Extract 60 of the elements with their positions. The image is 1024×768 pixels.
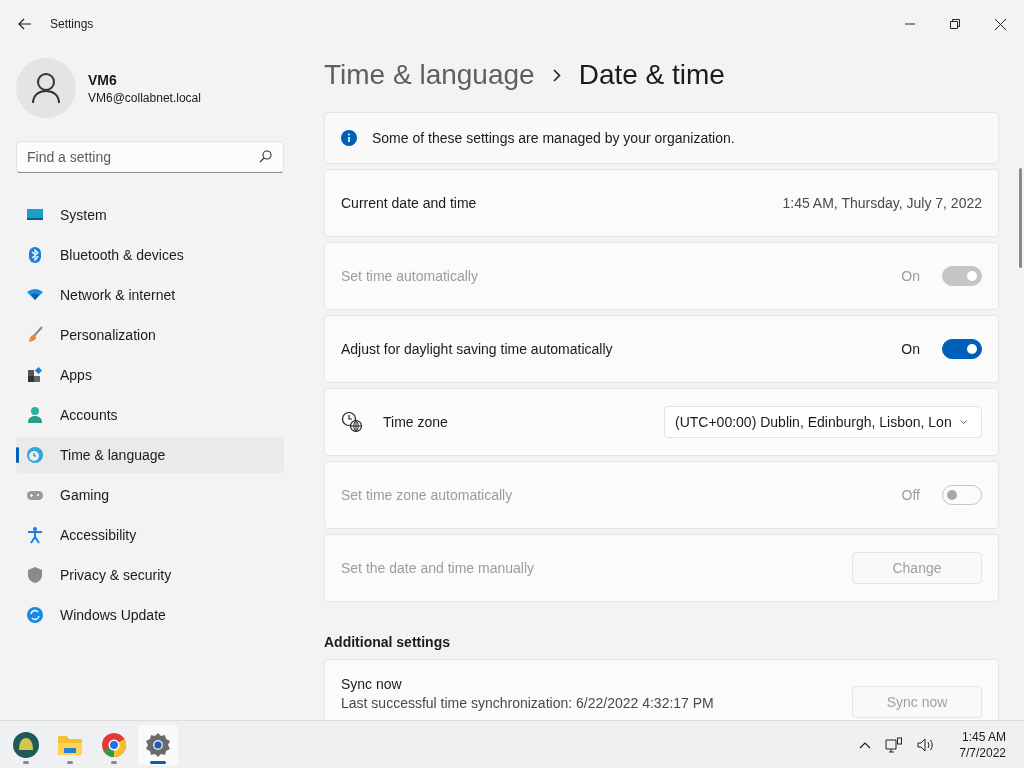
- window-title: Settings: [50, 17, 94, 31]
- setting-label: Set the date and time manually: [341, 560, 534, 576]
- nav-item[interactable]: Accessibility: [16, 517, 284, 553]
- chevron-up-icon[interactable]: [859, 741, 872, 749]
- clock-time: 1:45 AM: [961, 730, 1006, 744]
- setting-label: Current date and time: [341, 195, 477, 211]
- gear-icon: [144, 731, 172, 759]
- maximize-icon[interactable]: [950, 19, 960, 29]
- update-icon: [26, 606, 44, 624]
- brush-icon: [26, 326, 44, 344]
- close-icon[interactable]: [995, 18, 1006, 30]
- clock[interactable]: 1:45 AM 7/7/2022: [959, 730, 1006, 760]
- toggle-state: On: [901, 268, 920, 284]
- setting-label: Sync now: [341, 676, 403, 692]
- apps-icon: [26, 366, 44, 384]
- nav-item[interactable]: Privacy & security: [16, 557, 284, 593]
- nav-item[interactable]: Gaming: [16, 477, 284, 513]
- toggle-switch[interactable]: [942, 339, 982, 359]
- nav-item[interactable]: Apps: [16, 357, 284, 393]
- info-icon: [341, 130, 357, 146]
- nav-item[interactable]: Bluetooth & devices: [16, 237, 284, 273]
- setting-description: Last successful time synchronization: 6/22/2022 4:32:17 PM: [341, 695, 714, 711]
- back-icon[interactable]: [18, 18, 32, 30]
- setting-label: Adjust for daylight saving time automatically: [341, 341, 613, 357]
- browser-icon: [100, 731, 128, 759]
- setting-label: Time zone: [383, 414, 448, 430]
- bluetooth-icon: [26, 246, 44, 264]
- person-icon: [26, 406, 44, 424]
- nav-item[interactable]: Accounts: [16, 397, 284, 433]
- breadcrumb-link[interactable]: Time & language: [324, 59, 535, 91]
- shield-icon: [26, 566, 44, 584]
- toggle-state: Off: [901, 487, 920, 503]
- nav-item[interactable]: Network & internet: [16, 277, 284, 313]
- network-icon[interactable]: [885, 737, 904, 753]
- caret-icon: [959, 419, 967, 425]
- search-field[interactable]: Find a setting: [16, 141, 284, 173]
- chevron-icon: [552, 68, 561, 82]
- nav-item[interactable]: Time & language: [16, 437, 284, 473]
- clock-globe-icon: [341, 411, 363, 433]
- toggle-state: On: [901, 341, 920, 357]
- taskbar-app[interactable]: [138, 725, 178, 765]
- shell-logo-icon: [12, 731, 40, 759]
- setting-label: Set time automatically: [341, 268, 478, 284]
- setting-label: Set time zone automatically: [341, 487, 513, 503]
- nav-item[interactable]: Personalization: [16, 317, 284, 353]
- page-title: Date & time: [578, 59, 725, 91]
- date-time-value: 1:45 AM, Thursday, July 7, 2022: [782, 195, 982, 211]
- user-name: VM6: [88, 71, 118, 88]
- nav-item[interactable]: System: [16, 197, 284, 233]
- clock-date: 7/7/2022: [959, 746, 1006, 760]
- search-icon: [259, 150, 272, 163]
- scrollbar[interactable]: [1019, 168, 1022, 268]
- globe-clock-icon: [26, 446, 44, 464]
- user-email: VM6@collabnet.local: [88, 90, 201, 105]
- speaker-icon[interactable]: [917, 738, 936, 752]
- nav-item[interactable]: Windows Update: [16, 597, 284, 633]
- info-text: Some of these settings are managed by your organization.: [372, 130, 735, 146]
- accessibility-icon: [26, 526, 44, 544]
- section-heading: Additional settings: [324, 634, 451, 650]
- time-zone-dropdown[interactable]: (UTC+00:00) Dublin, Edinburgh, Lisbon, Lon: [664, 406, 982, 438]
